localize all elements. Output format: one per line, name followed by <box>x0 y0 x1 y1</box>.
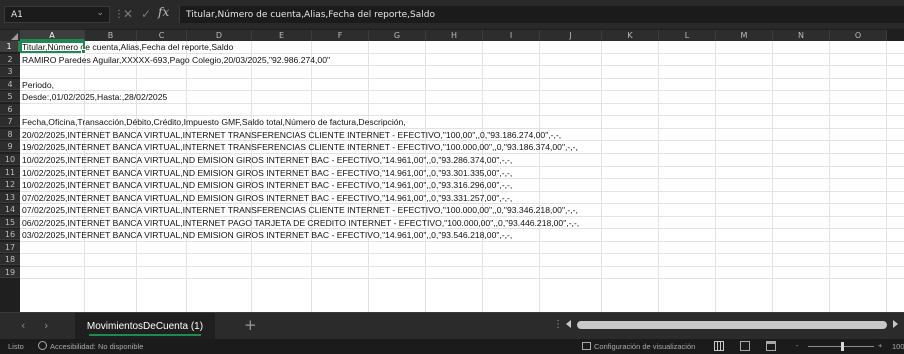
row-header-12[interactable]: 12 <box>0 179 20 191</box>
row-header-17[interactable]: 17 <box>0 241 20 253</box>
column-header-o[interactable]: O <box>830 30 887 41</box>
column-header-c[interactable]: C <box>137 30 187 41</box>
row-header-2[interactable]: 2 <box>0 53 20 65</box>
row-header-14[interactable]: 14 <box>0 204 20 216</box>
column-header-b[interactable]: B <box>85 30 137 41</box>
row-header-9[interactable]: 9 <box>0 141 20 153</box>
gridline-vertical <box>715 41 716 312</box>
gridline-vertical <box>772 41 773 312</box>
chevron-down-icon[interactable]: ⌄ <box>96 8 104 18</box>
column-header-k[interactable]: K <box>602 30 659 41</box>
gridline-vertical <box>658 41 659 312</box>
cell-a16[interactable]: 03/02/2025,INTERNET BANCA VIRTUAL,ND EMI… <box>22 229 512 241</box>
row-header-3[interactable]: 3 <box>0 66 20 78</box>
scroll-right-icon[interactable] <box>893 320 898 328</box>
display-settings-icon <box>582 342 591 350</box>
fill-handle[interactable] <box>81 49 86 54</box>
column-header-i[interactable]: I <box>483 30 540 41</box>
cell-a8[interactable]: 20/02/2025,INTERNET BANCA VIRTUAL,INTERN… <box>22 129 561 141</box>
scroll-left-icon[interactable] <box>566 320 571 328</box>
page-break-view-icon[interactable] <box>766 341 776 351</box>
gridline-horizontal <box>20 77 904 79</box>
column-header-m[interactable]: M <box>716 30 773 41</box>
column-header-a[interactable]: A <box>20 30 85 41</box>
cell-area[interactable]: Titular,Número de cuenta,Alias,Fecha del… <box>20 41 904 312</box>
add-sheet-icon[interactable]: + <box>244 316 257 334</box>
cell-a9[interactable]: 19/02/2025,INTERNET BANCA VIRTUAL,INTERN… <box>22 141 578 153</box>
gridline-horizontal <box>20 278 904 280</box>
cell-a2[interactable]: RAMIRO Paredes Aguilar,XXXXX-693,Pago Co… <box>22 54 330 66</box>
zoom-in-button[interactable]: + <box>878 341 882 350</box>
cell-a5[interactable]: Desde:,01/02/2025,Hasta:,28/02/2025 <box>22 91 167 103</box>
cell-a13[interactable]: 07/02/2025,INTERNET BANCA VIRTUAL,ND EMI… <box>22 192 512 204</box>
sheet-tab-bar: ‹ › MovimientosDeCuenta (1) + ⋮ <box>0 312 904 339</box>
normal-view-icon[interactable] <box>714 341 724 351</box>
name-box[interactable]: A1 ⌄ <box>4 6 110 23</box>
horizontal-scroll-thumb[interactable] <box>577 321 887 329</box>
cancel-icon[interactable]: ✕ <box>123 7 133 21</box>
cell-a11[interactable]: 10/02/2025,INTERNET BANCA VIRTUAL,ND EMI… <box>22 167 512 179</box>
gridline-vertical <box>539 41 540 312</box>
spreadsheet-grid: Titular,Número de cuenta,Alias,Fecha del… <box>0 30 904 312</box>
column-header-f[interactable]: F <box>312 30 369 41</box>
insert-function-icon[interactable]: fx <box>158 5 169 19</box>
sheet-tab[interactable]: MovimientosDeCuenta (1) <box>75 313 215 339</box>
chevron-right-icon[interactable]: › <box>44 319 48 332</box>
status-ready: Listo <box>8 342 24 351</box>
zoom-out-button[interactable]: - <box>796 341 799 350</box>
cell-a7[interactable]: Fecha,Oficina,Transacción,Débito,Crédito… <box>22 116 406 128</box>
row-header-11[interactable]: 11 <box>0 166 20 178</box>
confirm-icon[interactable]: ✓ <box>141 7 151 21</box>
zoom-slider-thumb[interactable] <box>841 342 844 351</box>
column-header-e[interactable]: E <box>252 30 312 41</box>
gridline-vertical <box>601 41 602 312</box>
cell-a4[interactable]: Periodo, <box>22 79 54 91</box>
display-settings-button[interactable]: Configuración de visualización <box>594 342 695 351</box>
zoom-level[interactable]: 100 <box>892 342 904 351</box>
select-all-corner[interactable] <box>0 30 20 41</box>
column-header-j[interactable]: J <box>540 30 602 41</box>
cell-a10[interactable]: 10/02/2025,INTERNET BANCA VIRTUAL,ND EMI… <box>22 154 512 166</box>
column-header-d[interactable]: D <box>187 30 252 41</box>
row-header-13[interactable]: 13 <box>0 191 20 203</box>
row-header-7[interactable]: 7 <box>0 116 20 128</box>
cell-a14[interactable]: 07/02/2025,INTERNET BANCA VIRTUAL,INTERN… <box>22 204 578 216</box>
gridline-horizontal <box>20 253 904 255</box>
row-header-4[interactable]: 4 <box>0 78 20 90</box>
gridline-vertical <box>886 41 887 312</box>
row-header-18[interactable]: 18 <box>0 254 20 266</box>
row-header-19[interactable]: 19 <box>0 266 20 278</box>
chevron-left-icon[interactable]: ‹ <box>21 319 25 332</box>
cell-a12[interactable]: 10/02/2025,INTERNET BANCA VIRTUAL,ND EMI… <box>22 179 512 191</box>
accessibility-status[interactable]: Accesibilidad: No disponible <box>50 342 143 351</box>
row-header-15[interactable]: 15 <box>0 216 20 228</box>
cell-a15[interactable]: 06/02/2025,INTERNET BANCA VIRTUAL,INTERN… <box>22 217 579 229</box>
row-header-8[interactable]: 8 <box>0 128 20 140</box>
column-header-h[interactable]: H <box>426 30 483 41</box>
row-header-16[interactable]: 16 <box>0 229 20 241</box>
column-header-l[interactable]: L <box>659 30 716 41</box>
column-header-n[interactable]: N <box>773 30 830 41</box>
name-box-value: A1 <box>11 9 23 20</box>
formula-bar: A1 ⌄ ⋮ ✕ ✓ fx Titular,Número de cuenta,A… <box>0 0 904 29</box>
gridline-vertical <box>829 41 830 312</box>
status-bar: Listo Accesibilidad: No disponible Confi… <box>0 339 904 354</box>
horizontal-scrollbar[interactable] <box>577 321 889 329</box>
row-header-10[interactable]: 10 <box>0 153 20 165</box>
column-header-g[interactable]: G <box>369 30 426 41</box>
row-header-1[interactable]: 1 <box>0 41 20 52</box>
gridline-horizontal <box>20 265 904 267</box>
page-layout-view-icon[interactable] <box>740 341 750 351</box>
formula-input[interactable]: Titular,Número de cuenta,Alias,Fecha del… <box>179 6 904 23</box>
active-cell-border <box>20 41 85 53</box>
accessibility-icon <box>38 341 47 350</box>
row-header-5[interactable]: 5 <box>0 91 20 103</box>
tab-splitter-icon[interactable]: ⋮ <box>553 319 563 330</box>
row-header-6[interactable]: 6 <box>0 103 20 115</box>
